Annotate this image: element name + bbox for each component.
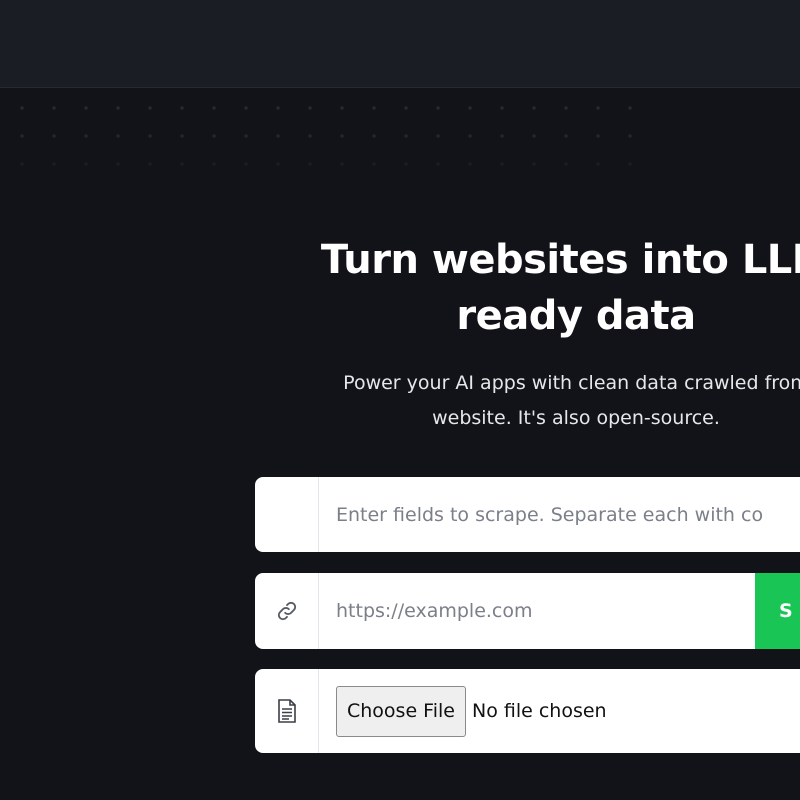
page: Turn websites into LLM ready data Power … <box>0 0 800 800</box>
fields-icon-cell <box>255 477 319 552</box>
submit-button[interactable]: S <box>755 573 800 649</box>
file-status-text: No file chosen <box>471 700 607 722</box>
fields-input-group <box>255 477 800 552</box>
hero-subtitle: Power your AI apps with clean data crawl… <box>270 366 800 436</box>
file-icon-cell <box>255 669 319 753</box>
fields-input[interactable] <box>319 477 800 552</box>
top-navbar <box>0 0 800 88</box>
hero-subtitle-line-2: website. It's also open-source. <box>432 407 720 429</box>
url-icon-cell <box>255 573 319 649</box>
file-picker: Choose File No file chosen <box>319 685 607 737</box>
document-icon <box>277 699 296 723</box>
hero-title: Turn websites into LLM ready data <box>270 232 800 344</box>
link-icon <box>277 601 296 621</box>
url-input-group: S <box>255 573 800 649</box>
file-input-group: Choose File No file chosen <box>255 669 800 753</box>
background-fade <box>0 88 800 183</box>
hero-title-line-2: ready data <box>456 293 696 339</box>
choose-file-button[interactable]: Choose File <box>336 685 466 737</box>
hero-subtitle-line-1: Power your AI apps with clean data crawl… <box>343 372 800 394</box>
url-input[interactable] <box>319 573 755 649</box>
hero-title-line-1: Turn websites into LLM <box>320 237 800 283</box>
